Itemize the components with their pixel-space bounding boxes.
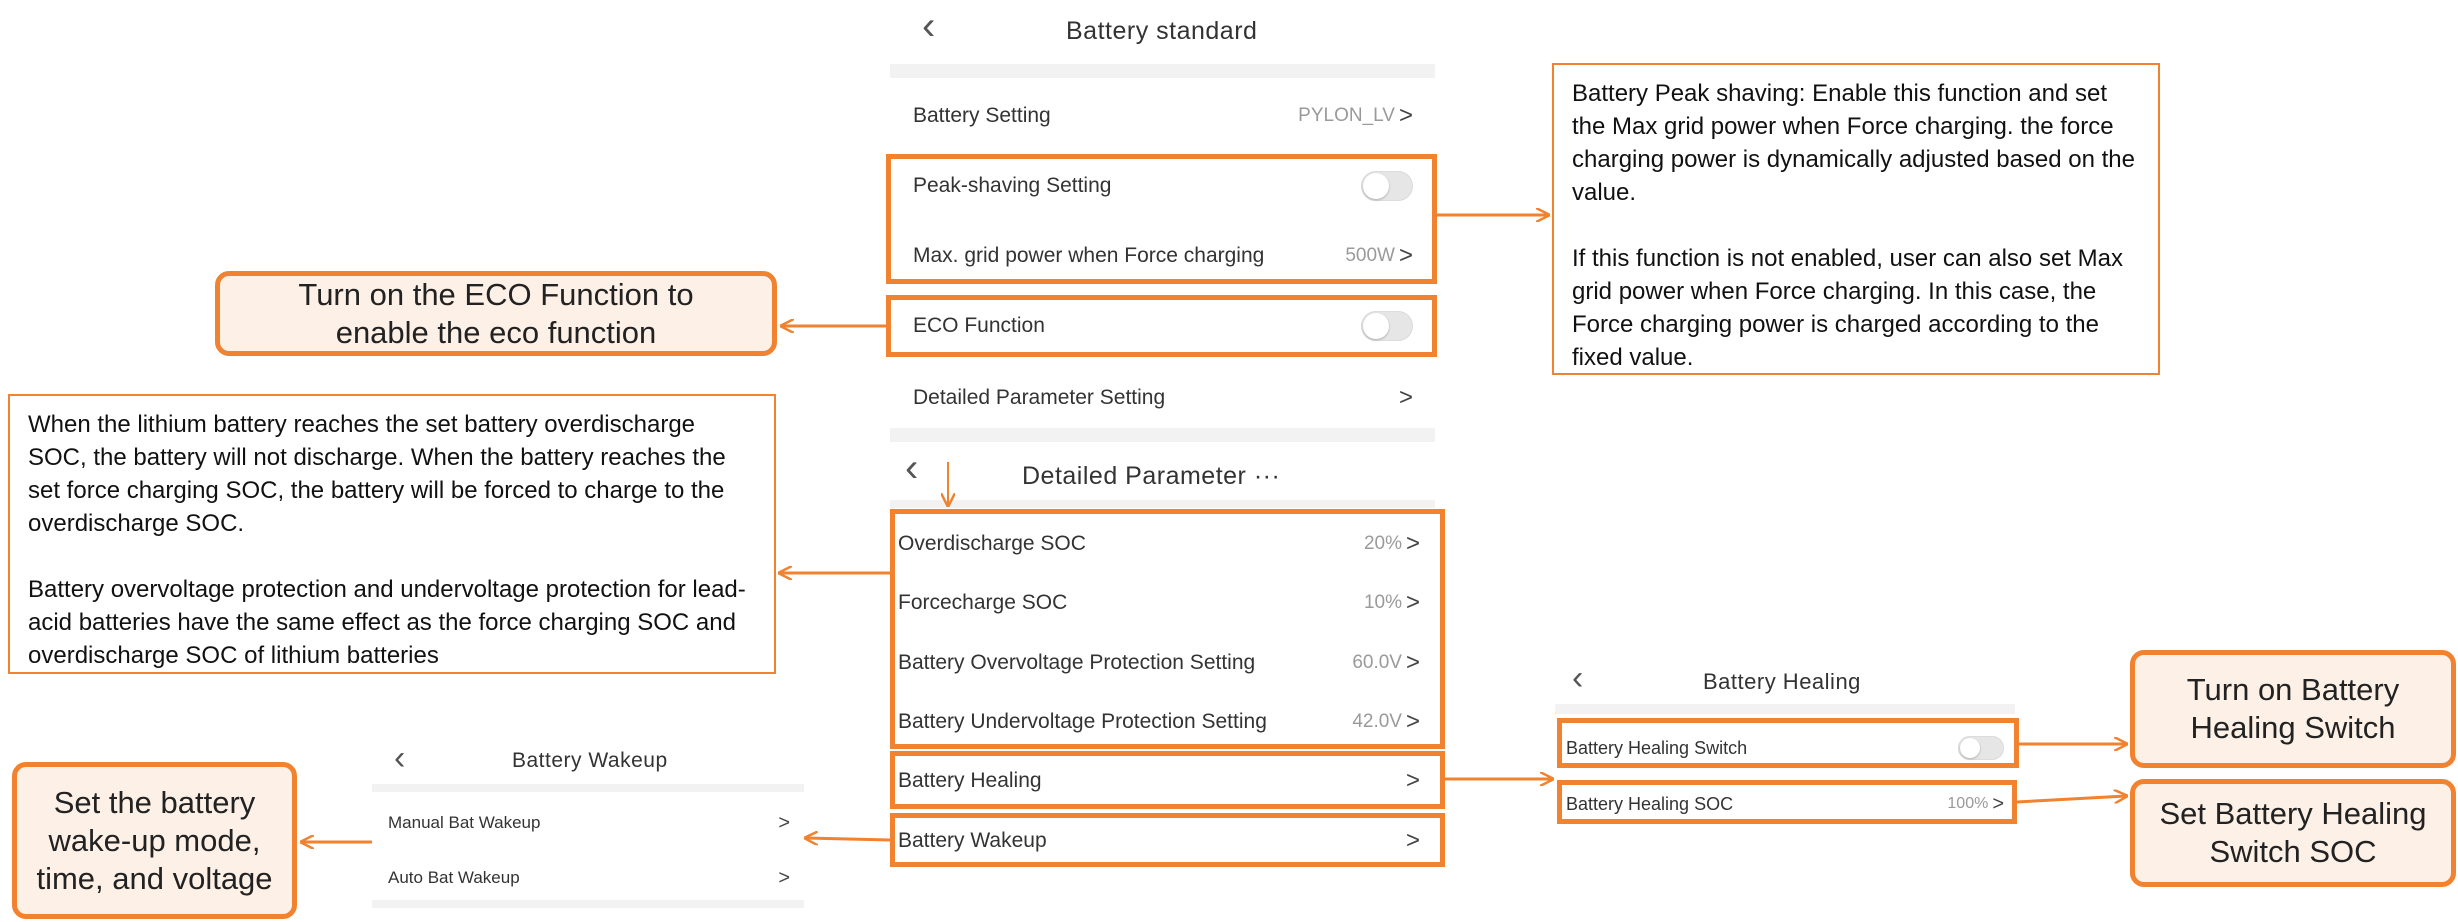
healing-soc-callout: Set Battery Healing Switch SOC	[2130, 779, 2456, 887]
separator	[890, 64, 1435, 78]
separator	[372, 784, 804, 792]
manual-bat-wakeup-row[interactable]: Manual Bat Wakeup >	[388, 806, 790, 840]
auto-bat-wakeup-label: Auto Bat Wakeup	[388, 868, 520, 887]
arrow-healing-soc	[2016, 796, 2126, 802]
chevron-right-icon: >	[1398, 384, 1413, 411]
detailed-parameter-title: Detailed Parameter ···	[1022, 462, 1281, 490]
auto-bat-wakeup-row[interactable]: Auto Bat Wakeup >	[388, 861, 790, 895]
chevron-left-icon[interactable]: ‹	[394, 741, 405, 775]
highlight-battery-healing	[890, 751, 1445, 809]
battery-setting-label: Battery Setting	[913, 104, 1051, 127]
healing-soc-callout-text: Set Battery Healing Switch SOC	[2159, 796, 2427, 869]
peak-shaving-callout-text-2: If this function is not enabled, user ca…	[1572, 245, 2123, 371]
soc-callout-text-1: When the lithium battery reaches the set…	[28, 411, 726, 537]
separator	[890, 428, 1435, 442]
separator	[372, 900, 804, 908]
peak-shaving-callout: Battery Peak shaving: Enable this functi…	[1552, 63, 2160, 375]
highlight-soc-parameters	[890, 509, 1445, 749]
separator	[1555, 704, 2015, 714]
arrow-wakeup	[806, 838, 891, 840]
chevron-left-icon[interactable]: ‹	[922, 6, 935, 46]
soc-callout-text-2: Battery overvoltage protection and under…	[28, 576, 746, 669]
highlight-healing-switch	[1557, 718, 2019, 768]
battery-wakeup-title: Battery Wakeup	[512, 749, 668, 772]
battery-standard-title: Battery standard	[1066, 17, 1258, 45]
healing-switch-callout: Turn on Battery Healing Switch	[2130, 650, 2456, 768]
soc-callout: When the lithium battery reaches the set…	[8, 394, 776, 674]
chevron-left-icon[interactable]: ‹	[905, 448, 918, 488]
highlight-peak-shaving	[886, 154, 1437, 284]
chevron-left-icon[interactable]: ‹	[1572, 661, 1583, 695]
manual-bat-wakeup-label: Manual Bat Wakeup	[388, 813, 541, 832]
detailed-parameter-setting-label: Detailed Parameter Setting	[913, 386, 1166, 409]
chevron-right-icon: >	[1398, 102, 1413, 129]
detailed-parameter-setting-row[interactable]: Detailed Parameter Setting >	[913, 378, 1413, 418]
battery-healing-title: Battery Healing	[1703, 669, 1861, 694]
separator	[890, 500, 1435, 508]
peak-shaving-callout-text-1: Battery Peak shaving: Enable this functi…	[1572, 80, 2136, 206]
eco-callout: Turn on the ECO Function to enable the e…	[215, 271, 777, 356]
battery-setting-value: PYLON_LV	[1298, 105, 1395, 126]
highlight-battery-wakeup	[890, 813, 1445, 867]
chevron-right-icon: >	[778, 867, 790, 889]
highlight-eco-function	[886, 295, 1437, 357]
wakeup-callout: Set the battery wake-up mode, time, and …	[12, 762, 297, 919]
healing-switch-callout-text: Turn on Battery Healing Switch	[2186, 672, 2400, 745]
chevron-right-icon: >	[778, 812, 790, 834]
eco-callout-text: Turn on the ECO Function to enable the e…	[298, 276, 694, 350]
highlight-healing-soc	[1557, 780, 2017, 824]
battery-setting-row[interactable]: Battery Setting PYLON_LV >	[913, 96, 1413, 136]
wakeup-callout-text: Set the battery wake-up mode, time, and …	[36, 784, 273, 896]
